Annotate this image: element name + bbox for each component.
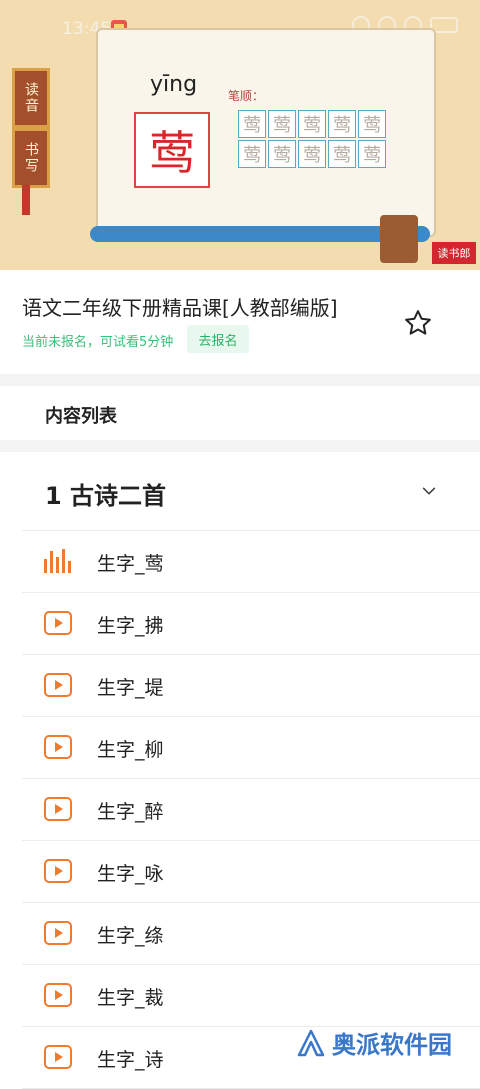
lesson-label: 生字_醉 — [97, 801, 164, 823]
lesson-label: 生字_咏 — [97, 863, 164, 885]
stroke-cell: 莺 — [238, 110, 266, 138]
brand-logo: 读书郎 — [432, 242, 476, 264]
lesson-item[interactable]: 生字_莺 — [22, 531, 480, 593]
stroke-order-grid: 莺 莺 莺 莺 莺 莺 莺 莺 莺 莺 — [238, 110, 386, 168]
stroke-cell: 莺 — [358, 110, 386, 138]
watermark-logo-icon — [297, 1029, 325, 1056]
stroke-cell: 莺 — [268, 140, 296, 168]
lesson-label: 生字_堤 — [97, 677, 164, 699]
stroke-cell: 莺 — [358, 140, 386, 168]
chapter-title[interactable]: 1 古诗二首 — [45, 476, 166, 511]
watermark: 奥派软件园 — [296, 1025, 452, 1060]
play-icon — [44, 735, 72, 759]
stroke-cell: 莺 — [328, 110, 356, 138]
section-separator — [0, 374, 480, 386]
lesson-item[interactable]: 生字_拂 — [22, 593, 480, 655]
play-icon — [44, 921, 72, 945]
play-icon — [44, 611, 72, 635]
lesson-label: 生字_拂 — [97, 615, 164, 637]
trial-status-text: 当前未报名，可试看5分钟 — [22, 335, 174, 350]
lesson-list: 生字_莺 生字_拂 生字_堤 生字_柳 生字_醉 生字_咏 生字_绦 生字_裁 … — [0, 531, 480, 1089]
favorite-star-icon[interactable] — [403, 308, 433, 338]
lesson-item[interactable]: 生字_绦 — [22, 903, 480, 965]
lesson-item[interactable]: 生字_堤 — [22, 655, 480, 717]
lesson-item[interactable]: 生字_咏 — [22, 841, 480, 903]
playing-bars-icon — [44, 549, 71, 573]
pinyin-label: yīng — [150, 72, 198, 97]
play-icon — [44, 1045, 72, 1069]
scroll-roll — [90, 226, 430, 242]
lesson-item[interactable]: 生字_裁 — [22, 965, 480, 1027]
play-icon — [44, 859, 72, 883]
course-banner[interactable]: 13:45 读音 书写 yīng 莺 笔顺： 莺 莺 莺 莺 莺 莺 莺 莺 莺… — [0, 0, 480, 270]
character-box: 莺 — [134, 112, 210, 188]
lesson-label: 生字_莺 — [97, 553, 164, 575]
play-icon — [44, 983, 72, 1007]
stroke-order-title: 笔顺： — [228, 89, 265, 103]
stroke-cell: 莺 — [298, 140, 326, 168]
play-icon — [44, 797, 72, 821]
brush-pot — [380, 215, 418, 263]
side-tag-writing: 书写 — [12, 128, 50, 188]
side-tag-reading: 读音 — [12, 68, 50, 128]
section-separator — [0, 440, 480, 452]
lesson-label: 生字_柳 — [97, 739, 164, 761]
stroke-cell: 莺 — [268, 110, 296, 138]
lesson-label: 生字_诗 — [97, 1049, 164, 1071]
chevron-down-icon[interactable] — [420, 482, 438, 500]
play-icon — [44, 673, 72, 697]
stroke-cell: 莺 — [328, 140, 356, 168]
lesson-item[interactable]: 生字_醉 — [22, 779, 480, 841]
course-title: 语文二年级下册精品课[人教部编版] — [22, 296, 338, 320]
stroke-cell: 莺 — [238, 140, 266, 168]
lesson-label: 生字_裁 — [97, 987, 164, 1009]
content-list-heading: 内容列表 — [45, 406, 117, 427]
lesson-label: 生字_绦 — [97, 925, 164, 947]
character-text: 莺 — [149, 126, 195, 180]
enroll-button[interactable]: 去报名 — [187, 325, 249, 353]
lesson-item[interactable]: 生字_柳 — [22, 717, 480, 779]
stroke-cell: 莺 — [298, 110, 326, 138]
tassel — [22, 185, 30, 215]
watermark-text: 奥派软件园 — [332, 1031, 452, 1059]
